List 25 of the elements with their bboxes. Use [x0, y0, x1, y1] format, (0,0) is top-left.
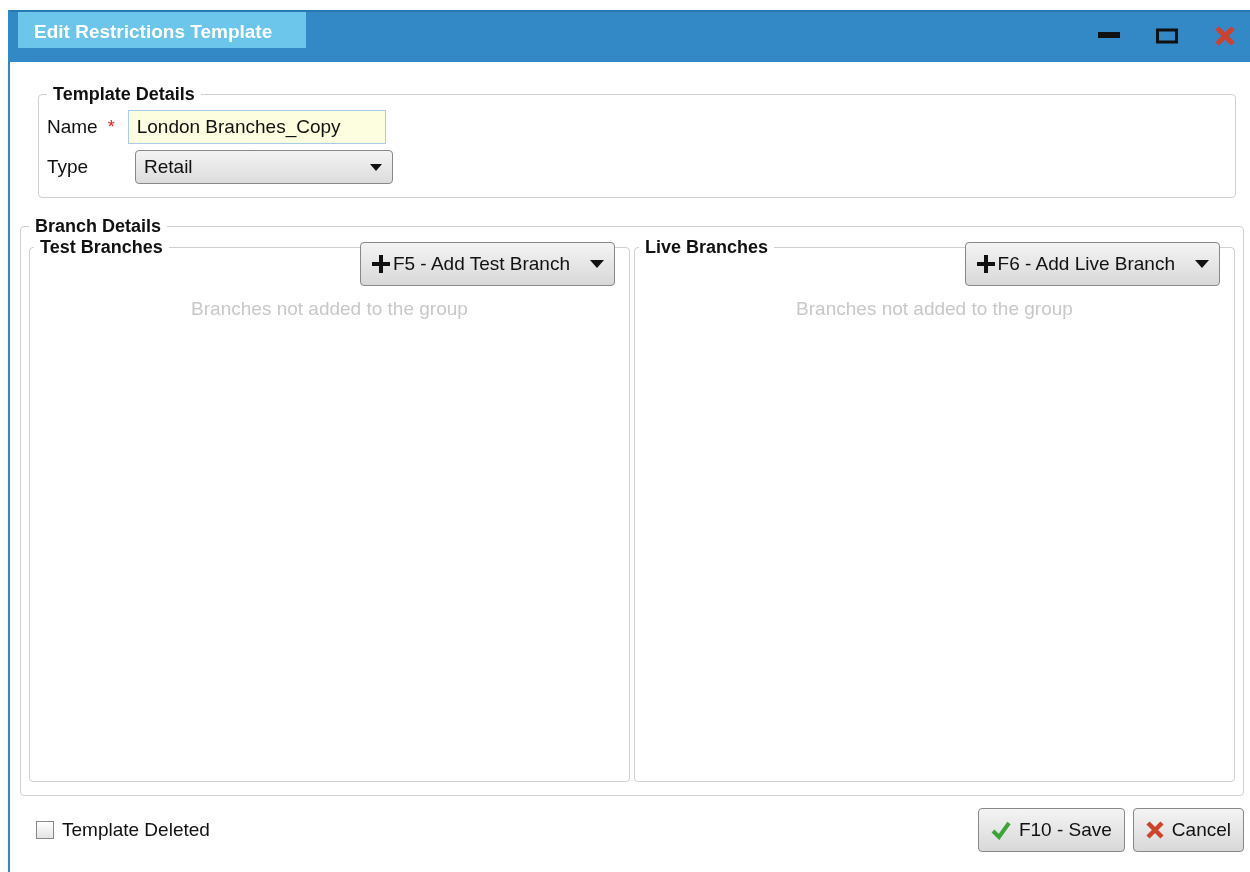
type-label: Type [47, 156, 90, 178]
save-button[interactable]: F10 - Save [977, 808, 1125, 852]
cross-icon [1145, 821, 1164, 839]
type-dropdown[interactable]: Retail [135, 150, 393, 184]
required-mark: * [107, 116, 116, 138]
window-title: Edit Restrictions Template [18, 12, 306, 48]
checkmark-icon [990, 820, 1011, 840]
checkbox-label: Template Deleted [62, 819, 210, 841]
plus-icon [975, 254, 996, 274]
panel-title: Test Branches [39, 237, 164, 258]
plus-icon [370, 254, 391, 274]
add-branch-button[interactable]: F5 - Add Test Branch [359, 242, 615, 286]
cancel-button[interactable]: Cancel [1132, 808, 1244, 852]
panel-title: Live Branches [644, 237, 770, 258]
group-title: Branch Details [34, 216, 163, 237]
checkbox[interactable] [36, 821, 54, 839]
group-title: Template Details [52, 84, 196, 105]
caret-icon [590, 260, 604, 268]
maximize-icon[interactable] [1156, 28, 1178, 44]
caret-icon [1195, 260, 1209, 268]
name-label: Name [47, 116, 98, 138]
name-input[interactable]: London Branches_Copy [127, 110, 386, 144]
add-branch-button[interactable]: F6 - Add Live Branch [964, 242, 1220, 286]
minimize-icon[interactable] [1098, 32, 1120, 40]
caret-icon [370, 163, 382, 171]
